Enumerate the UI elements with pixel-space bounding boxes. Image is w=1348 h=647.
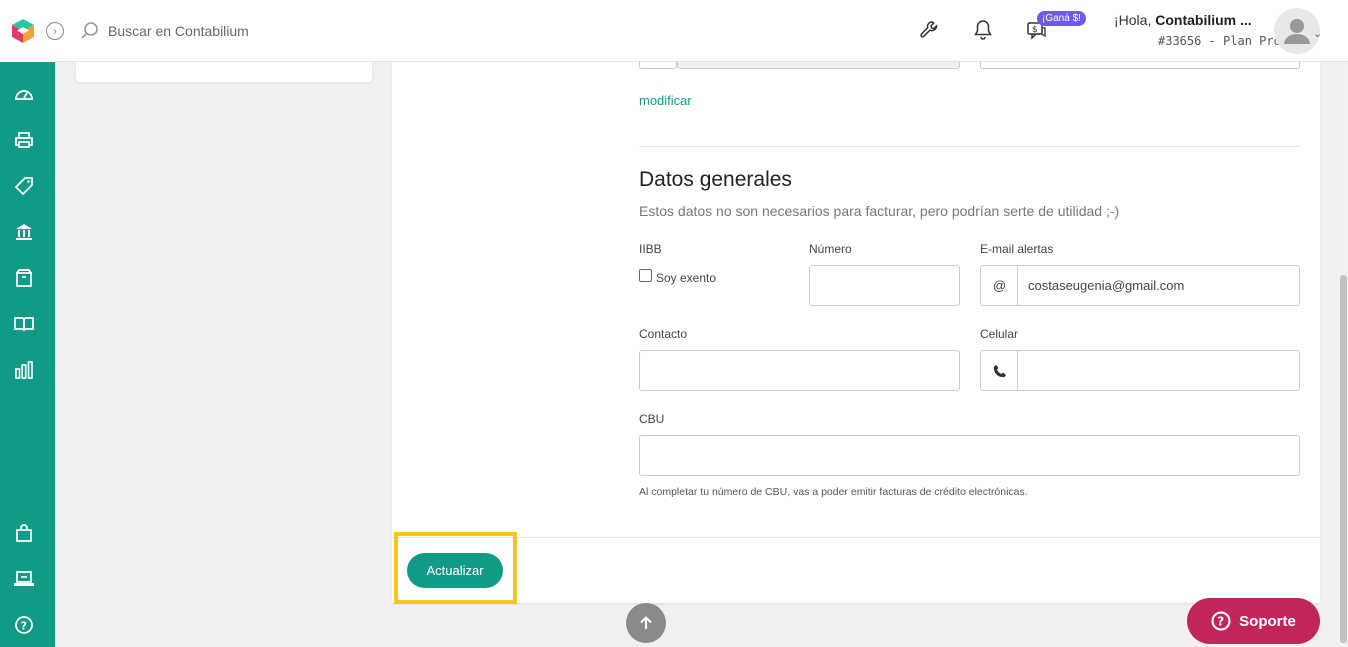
wrench-icon[interactable] (917, 18, 941, 42)
sidebar: ? (0, 62, 55, 647)
dashboard-icon[interactable] (13, 83, 35, 105)
svg-text:$: $ (1032, 25, 1038, 35)
modificar-link[interactable]: modificar (639, 93, 692, 108)
email-label: E-mail alertas (980, 242, 1054, 256)
chart-icon[interactable] (13, 359, 35, 381)
update-button[interactable]: Actualizar (407, 553, 503, 588)
top-bar: › $ ¡Ganá $! ¡Hola, Contabilium ... #336… (0, 0, 1348, 62)
printer-icon[interactable] (13, 129, 35, 151)
soy-exento-checkbox[interactable] (639, 269, 652, 282)
phone-icon (980, 350, 1018, 391)
search-input[interactable] (108, 20, 368, 42)
gana-badge[interactable]: ¡Ganá $! (1037, 11, 1086, 26)
help-icon[interactable]: ? (13, 614, 35, 636)
expand-sidebar-icon[interactable]: › (46, 22, 64, 40)
svg-text:?: ? (21, 619, 27, 632)
plan-info: #33656 - Plan Pro (1158, 34, 1281, 48)
iibb-label: IIBB (639, 242, 662, 256)
shopping-bag-icon[interactable] (13, 522, 35, 544)
bank-icon[interactable] (13, 221, 35, 243)
cbu-input[interactable] (639, 435, 1300, 476)
svg-text:?: ? (1217, 615, 1224, 629)
soporte-label: Soporte (1239, 612, 1296, 630)
greeting-name: Contabilium ... (1155, 12, 1252, 28)
scrollbar-thumb[interactable] (1340, 275, 1347, 643)
numero-input[interactable] (809, 265, 960, 306)
help-circle-icon: ? (1211, 611, 1231, 631)
cbu-label: CBU (639, 412, 665, 426)
soy-exento-label[interactable]: Soy exento (656, 271, 716, 285)
laptop-icon[interactable] (13, 568, 35, 590)
search-icon (81, 22, 98, 39)
contabilium-logo[interactable] (10, 18, 36, 44)
chevron-down-icon[interactable]: ⌄ (1313, 27, 1322, 40)
scroll-top-button[interactable] (626, 603, 666, 643)
celular-label: Celular (980, 327, 1019, 341)
bell-icon[interactable] (971, 18, 995, 42)
email-input[interactable] (1017, 265, 1300, 306)
soporte-button[interactable]: ? Soporte (1187, 598, 1320, 644)
section-title: Datos generales (639, 168, 792, 191)
section-subtitle: Estos datos no son necesarios para factu… (639, 203, 1120, 219)
book-icon[interactable] (13, 313, 35, 335)
box-icon[interactable] (13, 267, 35, 289)
email-addon: @ (980, 265, 1018, 306)
cbu-note: Al completar tu número de CBU, vas a pod… (639, 486, 1028, 498)
greeting-prefix: ¡Hola, (1114, 12, 1156, 28)
numero-label: Número (809, 242, 852, 256)
footer-divider (392, 537, 1320, 538)
contacto-input[interactable] (639, 350, 960, 391)
arrow-up-icon (640, 616, 652, 629)
celular-input[interactable] (1017, 350, 1300, 391)
contacto-label: Contacto (639, 327, 688, 341)
divider (639, 146, 1300, 147)
greeting: ¡Hola, Contabilium ... (1114, 12, 1252, 28)
main-card (392, 58, 1320, 603)
tag-icon[interactable] (13, 175, 35, 197)
